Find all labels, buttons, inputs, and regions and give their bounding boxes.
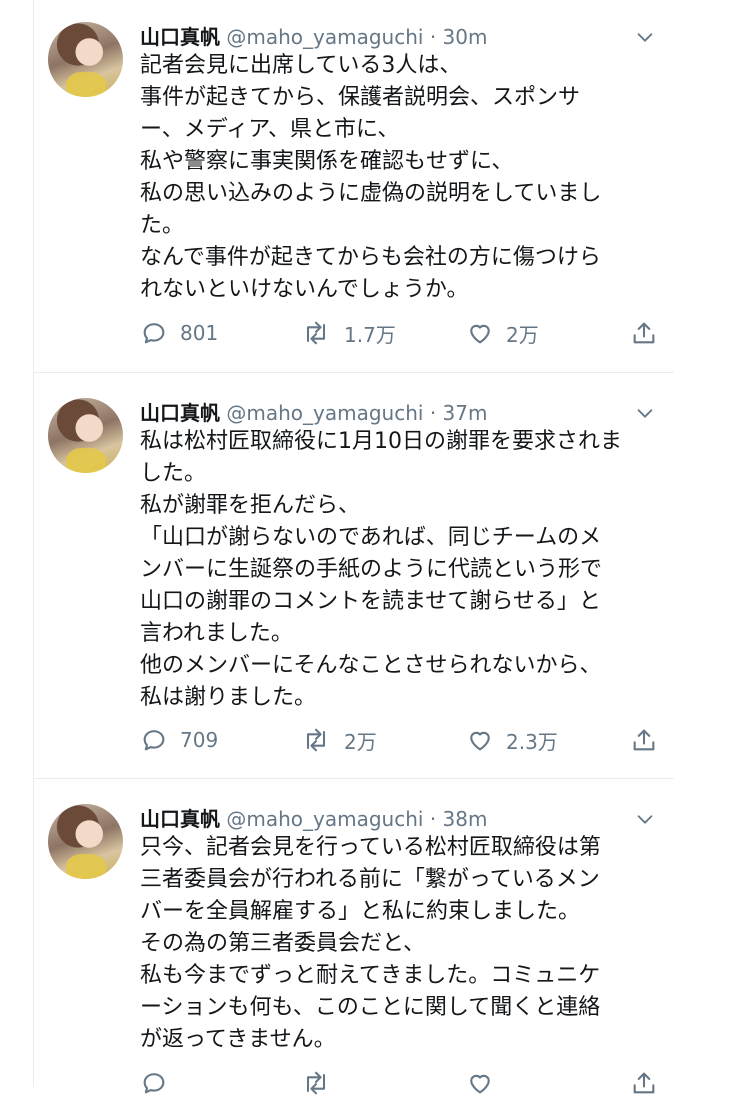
like-button[interactable]: 2万 — [466, 318, 539, 348]
retweet-button[interactable]: 1.7万 — [300, 318, 396, 348]
tweet-actions: 709 2万 2.3万 — [140, 725, 660, 755]
tweet-divider — [34, 778, 674, 779]
retweet-button[interactable] — [300, 1068, 332, 1098]
chevron-down-icon[interactable] — [634, 26, 656, 48]
avatar[interactable] — [48, 22, 123, 97]
reply-icon — [143, 1073, 165, 1094]
retweet-count: 1.7万 — [344, 322, 396, 347]
reply-count: 801 — [180, 321, 219, 345]
heart-icon — [470, 731, 490, 751]
timestamp[interactable]: 37m — [443, 401, 488, 425]
separator-dot: · — [429, 25, 437, 49]
tweet[interactable]: 山口真帆 @maho_yamaguchi · 30m 記者会見に出席している3人… — [34, 22, 674, 362]
retweet-icon — [306, 1071, 326, 1095]
tweet-header: 山口真帆 @maho_yamaguchi · 30m — [140, 22, 660, 52]
share-button[interactable] — [630, 725, 658, 755]
tweet-divider — [34, 372, 674, 373]
share-icon — [633, 1072, 655, 1094]
timestamp[interactable]: 30m — [443, 25, 488, 49]
tweet-text: 私は松村匠取締役に1月10日の謝罪を要求されま した。 私が謝罪を拒んだら、 「… — [140, 429, 622, 710]
retweet-icon — [306, 321, 326, 345]
reply-count: 709 — [180, 728, 219, 752]
tweet-header: 山口真帆 @maho_yamaguchi · 37m — [140, 398, 660, 428]
avatar[interactable] — [48, 804, 123, 879]
reply-button[interactable]: 709 — [140, 725, 218, 755]
like-button[interactable]: 2.3万 — [466, 725, 558, 755]
like-count: 2万 — [506, 322, 539, 347]
share-button[interactable] — [630, 1068, 658, 1098]
tweet-header: 山口真帆 @maho_yamaguchi · 38m — [140, 804, 660, 834]
user-handle[interactable]: @maho_yamaguchi — [226, 807, 423, 831]
chevron-down-icon[interactable] — [634, 402, 656, 424]
tweet-text: 只今、記者会見を行っている松村匠取締役は第 三者委員会が行われる前に「繋がってい… — [140, 835, 601, 1052]
like-count: 2.3万 — [506, 729, 558, 754]
reply-icon — [143, 730, 165, 751]
user-handle[interactable]: @maho_yamaguchi — [226, 25, 423, 49]
display-name[interactable]: 山口真帆 — [140, 807, 220, 831]
reply-button[interactable] — [140, 1068, 168, 1098]
reply-icon — [143, 323, 165, 344]
separator-dot: · — [429, 401, 437, 425]
retweet-count: 2万 — [344, 729, 377, 754]
retweet-button[interactable]: 2万 — [300, 725, 377, 755]
avatar[interactable] — [48, 398, 123, 473]
share-icon — [633, 322, 655, 344]
user-handle[interactable]: @maho_yamaguchi — [226, 401, 423, 425]
tweet-actions: 801 1.7万 2万 — [140, 318, 660, 348]
tweet-text: 記者会見に出席している3人は、 事件が起きてから、保護者説明会、スポンサ ー、メ… — [140, 53, 602, 302]
display-name[interactable]: 山口真帆 — [140, 401, 220, 425]
share-button[interactable] — [630, 318, 658, 348]
chevron-down-icon[interactable] — [634, 808, 656, 830]
display-name[interactable]: 山口真帆 — [140, 25, 220, 49]
tweet[interactable]: 山口真帆 @maho_yamaguchi · 38m 只今、記者会見を行っている… — [34, 804, 674, 1095]
timestamp[interactable]: 38m — [443, 807, 488, 831]
tweet-actions — [140, 1068, 660, 1098]
heart-icon — [470, 1074, 490, 1094]
retweet-icon — [306, 728, 326, 752]
tweet[interactable]: 山口真帆 @maho_yamaguchi · 37m 私は松村匠取締役に1月10… — [34, 398, 674, 768]
reply-button[interactable]: 801 — [140, 318, 218, 348]
share-icon — [633, 729, 655, 751]
like-button[interactable] — [466, 1068, 494, 1098]
timeline: 山口真帆 @maho_yamaguchi · 30m 記者会見に出席している3人… — [0, 0, 750, 1095]
separator-dot: · — [429, 807, 437, 831]
heart-icon — [470, 324, 490, 344]
